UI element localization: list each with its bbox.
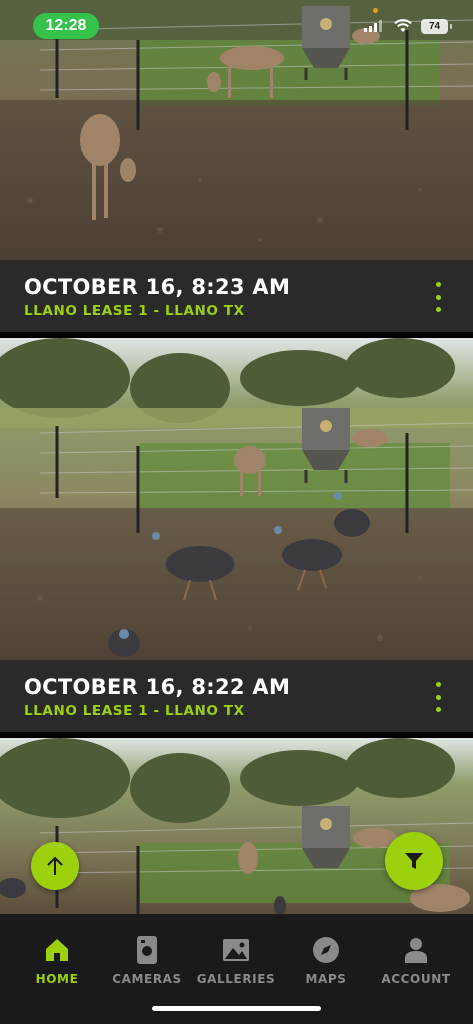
photo-location: LLANO LEASE 1 - LLANO TX xyxy=(24,703,245,719)
compass-icon xyxy=(313,937,339,963)
status-time: 12:28 xyxy=(33,13,99,39)
trail-photo[interactable] xyxy=(0,338,473,660)
nav-cameras[interactable]: CAMERAS xyxy=(102,934,192,986)
photo-date: OCTOBER 16, 8:22 AM xyxy=(24,675,291,699)
bottom-navigation: HOME CAMERAS GALLERIES MAPS ACCOUNT xyxy=(0,914,473,1024)
home-indicator[interactable] xyxy=(152,1006,321,1011)
filter-icon xyxy=(405,853,423,869)
more-options-icon[interactable] xyxy=(431,282,445,312)
arrow-up-icon xyxy=(47,856,63,875)
filter-button[interactable] xyxy=(385,832,443,890)
trail-photo[interactable] xyxy=(0,0,473,260)
gallery-icon xyxy=(223,939,249,961)
trail-camera-image xyxy=(0,738,473,918)
home-icon xyxy=(46,939,68,961)
nav-account-label: ACCOUNT xyxy=(381,972,451,986)
nav-galleries-label: GALLERIES xyxy=(196,972,276,986)
trail-photo[interactable] xyxy=(0,738,473,918)
nav-galleries[interactable]: GALLERIES xyxy=(191,934,281,986)
nav-account[interactable]: ACCOUNT xyxy=(371,934,461,986)
trail-camera-image xyxy=(0,338,473,660)
photo-location: LLANO LEASE 1 - LLANO TX xyxy=(24,303,245,319)
photo-caption[interactable]: OCTOBER 16, 8:23 AM LLANO LEASE 1 - LLAN… xyxy=(0,260,473,332)
nav-maps-label: MAPS xyxy=(305,972,347,986)
photo-date: OCTOBER 16, 8:23 AM xyxy=(24,275,291,299)
trail-camera-image xyxy=(0,0,473,260)
nav-cameras-label: CAMERAS xyxy=(112,972,182,986)
scroll-top-button[interactable] xyxy=(31,842,79,890)
photo-caption[interactable]: OCTOBER 16, 8:22 AM LLANO LEASE 1 - LLAN… xyxy=(0,660,473,732)
nav-home-label: HOME xyxy=(35,972,79,986)
photo-feed[interactable]: OCTOBER 16, 8:23 AM LLANO LEASE 1 - LLAN… xyxy=(0,0,473,918)
camera-icon xyxy=(137,936,157,964)
more-options-icon[interactable] xyxy=(431,682,445,712)
nav-home[interactable]: HOME xyxy=(12,934,102,986)
nav-maps[interactable]: MAPS xyxy=(281,934,371,986)
account-icon xyxy=(405,938,427,963)
